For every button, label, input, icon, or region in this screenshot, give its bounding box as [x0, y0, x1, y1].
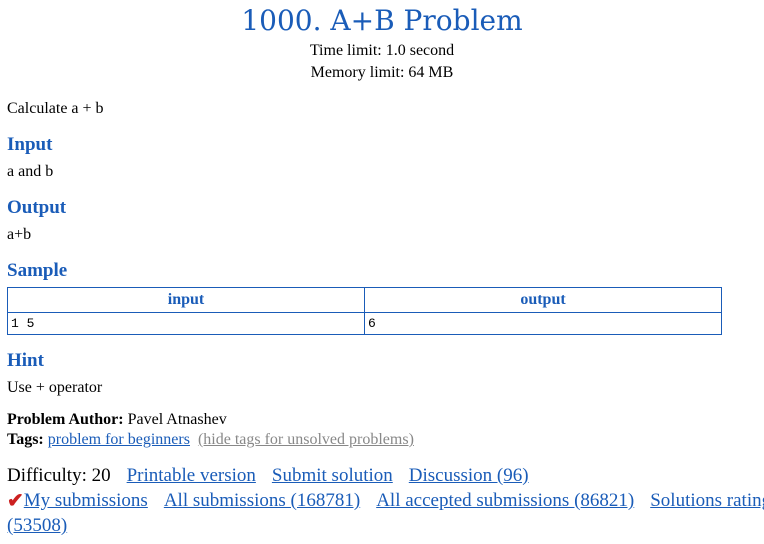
discussion-link[interactable]: Discussion (96)	[409, 465, 529, 486]
problem-links-row: Difficulty: 20 Printable version Submit so…	[7, 464, 529, 488]
all-accepted-submissions-link[interactable]: All accepted submissions (86821)	[376, 490, 634, 511]
sample-header-input: input	[7, 287, 365, 313]
hint-heading: Hint	[7, 350, 44, 371]
solutions-rating-count-link[interactable]: (53508)	[7, 515, 67, 536]
input-description: a and b	[7, 163, 54, 180]
submit-solution-link[interactable]: Submit solution	[272, 465, 393, 486]
sample-output-cell: 6	[364, 312, 722, 335]
tags-label: Tags:	[7, 431, 44, 448]
solutions-rating-link[interactable]: Solutions rating	[650, 490, 764, 511]
submissions-row: ✔My submissions All submissions (168781) A…	[7, 489, 764, 513]
tag-link[interactable]: problem for beginners	[48, 431, 190, 448]
page-title: 1000. A+B Problem	[241, 4, 523, 37]
author-name: Pavel Atnashev	[127, 411, 227, 428]
printable-version-link[interactable]: Printable version	[127, 465, 256, 486]
output-description: a+b	[7, 226, 32, 243]
sample-header-output: output	[364, 287, 722, 313]
table-row: 1 5 6	[7, 312, 722, 335]
sample-heading: Sample	[7, 260, 68, 281]
output-heading: Output	[7, 197, 67, 218]
hide-tags-link[interactable]: (hide tags for unsolved problems)	[198, 431, 414, 448]
time-limit: Time limit: 1.0 second	[309, 42, 455, 59]
author-label: Problem Author:	[7, 411, 124, 428]
problem-statement: Calculate a + b	[7, 100, 104, 117]
difficulty-text: Difficulty: 20	[7, 465, 111, 486]
input-heading: Input	[7, 134, 53, 155]
sample-header-row: input output	[7, 287, 722, 313]
memory-limit: Memory limit: 64 MB	[310, 64, 454, 81]
hint-text: Use + operator	[7, 379, 103, 396]
all-submissions-link[interactable]: All submissions (168781)	[164, 490, 360, 511]
sample-input-cell: 1 5	[7, 312, 365, 335]
sample-table: input output 1 5 6	[7, 287, 722, 335]
checkmark-icon: ✔	[7, 490, 24, 512]
solutions-rating-continued: (53508)	[7, 514, 67, 538]
tags-line: Tags: problem for beginners (hide tags f…	[7, 430, 414, 450]
my-submissions-link[interactable]: My submissions	[24, 490, 148, 511]
author-line: Problem Author: Pavel Atnashev	[7, 410, 227, 430]
